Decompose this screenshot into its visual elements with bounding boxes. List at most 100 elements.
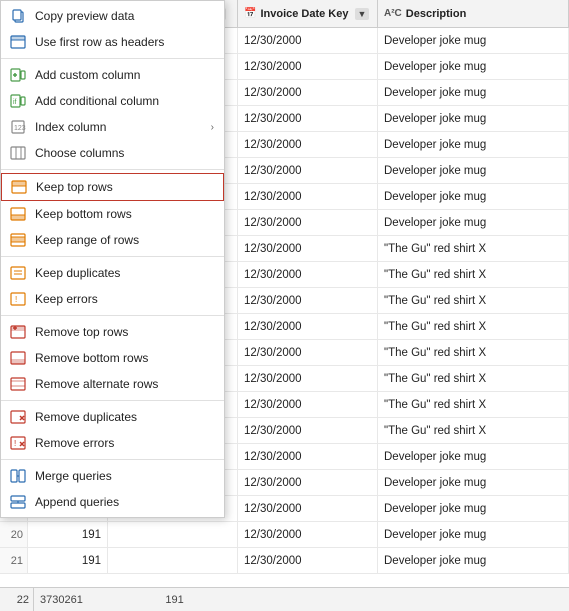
menu-item-merge-queries[interactable]: Merge queries [1, 463, 224, 489]
cell-invoice: 12/30/2000 [238, 340, 378, 365]
menu-item-index-col[interactable]: 123 Index column › [1, 114, 224, 140]
remove-alt-icon [9, 376, 27, 392]
header-icon [9, 34, 27, 50]
menu-item-remove-alternate-rows[interactable]: Remove alternate rows [1, 371, 224, 397]
menu-item-remove-bottom-rows[interactable]: Remove bottom rows [1, 345, 224, 371]
menu-item-copy-preview[interactable]: Copy preview data [1, 3, 224, 29]
menu-item-keep-duplicates[interactable]: Keep duplicates [1, 260, 224, 286]
menu-item-remove-errors[interactable]: ! Remove errors [1, 430, 224, 456]
menu-item-use-first-row[interactable]: Use first row as headers [1, 29, 224, 55]
menu-item-keep-errors[interactable]: ! Keep errors [1, 286, 224, 312]
cell-invoice: 12/30/2000 [238, 288, 378, 313]
cell-rownum: 20 [0, 522, 28, 547]
menu-label-keep-duplicates: Keep duplicates [35, 266, 214, 280]
col-description-label: Description [406, 8, 467, 20]
menu-item-choose-cols[interactable]: Choose columns [1, 140, 224, 166]
cell-rownum: 21 [0, 548, 28, 573]
copy-icon [9, 8, 27, 24]
footer-customer-val: 191 [165, 594, 183, 606]
col-header-description[interactable]: A²C Description [378, 0, 569, 27]
cell-desc: "The Gu" red shirt X [378, 366, 569, 391]
cell-invoice: 12/30/2000 [238, 28, 378, 53]
cell-invoice: 12/30/2000 [238, 132, 378, 157]
index-icon: 123 [9, 119, 27, 135]
menu-item-remove-top-rows[interactable]: Remove top rows [1, 319, 224, 345]
menu-label-keep-range-rows: Keep range of rows [35, 233, 214, 247]
menu-separator [1, 256, 224, 257]
menu-label-keep-bottom-rows: Keep bottom rows [35, 207, 214, 221]
remove-err-icon: ! [9, 435, 27, 451]
menu-label-append-queries: Append queries [35, 495, 214, 509]
menu-label-remove-errors: Remove errors [35, 436, 214, 450]
choose-icon [9, 145, 27, 161]
menu-label-copy-preview: Copy preview data [35, 9, 214, 23]
menu-separator [1, 459, 224, 460]
menu-label-keep-top-rows: Keep top rows [36, 180, 213, 194]
cell-invoice: 12/30/2000 [238, 262, 378, 287]
cell-customer [108, 522, 238, 547]
cell-desc: Developer joke mug [378, 28, 569, 53]
cell-desc: Developer joke mug [378, 80, 569, 105]
cell-invoice: 12/30/2000 [238, 80, 378, 105]
table-footer: 22 3730261 191 [0, 587, 569, 611]
svg-text:!: ! [15, 295, 17, 304]
menu-separator [1, 169, 224, 170]
menu-label-index-col: Index column [35, 120, 203, 134]
cell-desc: Developer joke mug [378, 496, 569, 521]
menu-item-keep-range-rows[interactable]: Keep range of rows [1, 227, 224, 253]
cell-desc: "The Gu" red shirt X [378, 288, 569, 313]
cell-desc: Developer joke mug [378, 132, 569, 157]
description-type-icon: A²C [384, 8, 402, 19]
cell-sale: 191 [28, 522, 108, 547]
menu-label-merge-queries: Merge queries [35, 469, 214, 483]
merge-icon [9, 468, 27, 484]
cell-invoice: 12/30/2000 [238, 548, 378, 573]
invoice-date-type-icon: 📅 [244, 8, 256, 19]
cell-invoice: 12/30/2000 [238, 184, 378, 209]
menu-item-keep-bottom-rows[interactable]: Keep bottom rows [1, 201, 224, 227]
col-invoice-date-dropdown[interactable]: ▼ [355, 8, 370, 20]
cell-invoice: 12/30/2000 [238, 106, 378, 131]
svg-text:!: ! [14, 439, 16, 448]
cell-invoice: 12/30/2000 [238, 158, 378, 183]
menu-label-remove-bottom-rows: Remove bottom rows [35, 351, 214, 365]
svg-text:123: 123 [14, 125, 26, 132]
menu-item-keep-top-rows[interactable]: Keep top rows [1, 173, 224, 201]
footer-sale-val: 3730261 [40, 594, 83, 606]
cell-desc: "The Gu" red shirt X [378, 314, 569, 339]
remove-bottom-icon [9, 350, 27, 366]
menu-label-remove-alternate-rows: Remove alternate rows [35, 377, 214, 391]
cell-invoice: 12/30/2000 [238, 470, 378, 495]
menu-item-add-conditional-col[interactable]: if Add conditional column [1, 88, 224, 114]
cell-invoice: 12/30/2000 [238, 496, 378, 521]
menu-item-add-custom-col[interactable]: Add custom column [1, 62, 224, 88]
cell-invoice: 12/30/2000 [238, 236, 378, 261]
submenu-arrow-index-col: › [211, 122, 214, 133]
menu-label-remove-duplicates: Remove duplicates [35, 410, 214, 424]
col-invoice-date-label: Invoice Date Key [260, 8, 348, 20]
cell-desc: Developer joke mug [378, 470, 569, 495]
menu-separator [1, 400, 224, 401]
add-col-icon [9, 67, 27, 83]
cell-desc: "The Gu" red shirt X [378, 262, 569, 287]
cell-desc: "The Gu" red shirt X [378, 418, 569, 443]
menu-item-remove-duplicates[interactable]: Remove duplicates [1, 404, 224, 430]
menu-label-use-first-row: Use first row as headers [35, 35, 214, 49]
remove-dup-icon [9, 409, 27, 425]
cell-customer [108, 548, 238, 573]
menu-item-append-queries[interactable]: Append queries [1, 489, 224, 515]
cell-desc: "The Gu" red shirt X [378, 236, 569, 261]
cell-desc: Developer joke mug [378, 158, 569, 183]
footer-row-num: 22 [6, 588, 34, 611]
keep-top-icon [10, 179, 28, 195]
table-row: 21 191 12/30/2000 Developer joke mug [0, 548, 569, 574]
cell-invoice: 12/30/2000 [238, 392, 378, 417]
cell-desc: "The Gu" red shirt X [378, 392, 569, 417]
cell-desc: Developer joke mug [378, 184, 569, 209]
keep-dup-icon [9, 265, 27, 281]
menu-label-add-conditional-col: Add conditional column [35, 94, 214, 108]
table-row: 20 191 12/30/2000 Developer joke mug [0, 522, 569, 548]
cell-invoice: 12/30/2000 [238, 314, 378, 339]
cell-invoice: 12/30/2000 [238, 54, 378, 79]
col-header-invoice-date[interactable]: 📅 Invoice Date Key ▼ [238, 0, 378, 27]
